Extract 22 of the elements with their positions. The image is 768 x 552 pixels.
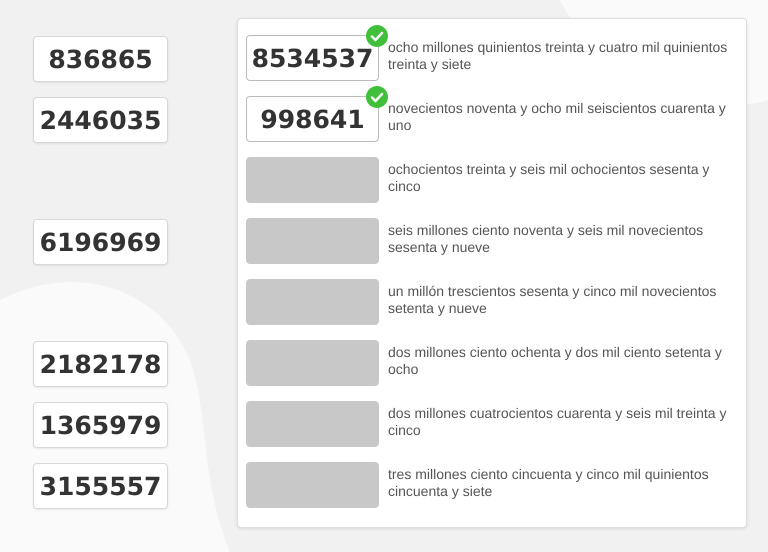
number-description: ocho millones quinientos treinta y cuatro mil quinientos treinta y siete	[388, 38, 728, 73]
answer-tile[interactable]: 8534537	[246, 35, 379, 81]
number-description: ochocientos treinta y seis mil ochocientos sesenta y cinco	[388, 160, 710, 195]
drop-slot[interactable]	[246, 340, 379, 386]
number-description: novecientos noventa y ocho mil seiscientos cuarenta y uno	[388, 99, 727, 134]
number-description: tres millones ciento cincuenta y cinco mil quinientos cincuenta y siete	[388, 465, 710, 500]
drop-slot[interactable]	[246, 401, 379, 447]
number-description: dos millones ciento ochenta y dos mil ciento setenta y ocho	[388, 343, 723, 378]
number-description: dos millones cuatrocientos cuarenta y seis mil treinta y cinco	[388, 404, 728, 439]
number-description: seis millones ciento noventa y seis mil novecientos sesenta y nueve	[388, 221, 704, 256]
drop-slot[interactable]	[246, 157, 379, 203]
number-description: un millón trescientos sesenta y cinco mil novecientos setenta y nueve	[388, 282, 718, 317]
number-tile[interactable]: 2446035	[33, 97, 168, 143]
answer-tile[interactable]: 998641	[246, 96, 379, 142]
drop-slot[interactable]	[246, 218, 379, 264]
number-tile[interactable]: 3155557	[33, 463, 168, 509]
drop-slot[interactable]	[246, 462, 379, 508]
number-tile[interactable]: 1365979	[33, 402, 168, 448]
number-tile[interactable]: 2182178	[33, 341, 168, 387]
number-tile[interactable]: 836865	[33, 36, 168, 82]
drop-slot[interactable]	[246, 279, 379, 325]
number-tile[interactable]: 6196969	[33, 219, 168, 265]
